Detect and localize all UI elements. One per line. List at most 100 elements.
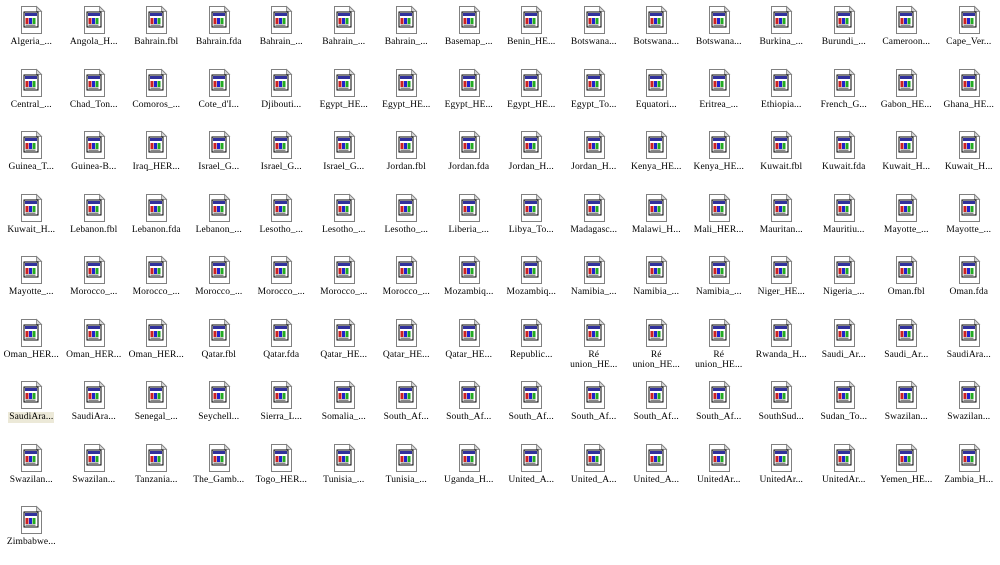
file-item[interactable]: Botswana... (688, 2, 751, 65)
file-item[interactable]: Egypt_HE... (375, 65, 438, 128)
file-item[interactable]: UnitedAr... (750, 440, 813, 503)
file-item[interactable]: Bahrain_... (313, 2, 376, 65)
file-item[interactable]: UnitedAr... (813, 440, 876, 503)
file-item[interactable]: Bahrain_... (250, 2, 313, 65)
file-item[interactable]: Basemap_... (438, 2, 501, 65)
file-item[interactable]: Lesotho_... (313, 190, 376, 253)
file-item[interactable]: Cote_d'I... (188, 65, 251, 128)
file-item[interactable]: Morocco_... (63, 252, 126, 315)
file-item[interactable]: Guinea-B... (63, 127, 126, 190)
file-item[interactable]: Madagasc... (563, 190, 626, 253)
file-item[interactable]: Seychell... (188, 377, 251, 440)
file-item[interactable]: SaudiAra... (0, 377, 63, 440)
file-item[interactable]: Morocco_... (250, 252, 313, 315)
file-item[interactable]: Egypt_HE... (438, 65, 501, 128)
file-item[interactable]: Jordan_H... (500, 127, 563, 190)
file-item[interactable]: Mozambiq... (438, 252, 501, 315)
file-item[interactable]: Jordan.fda (438, 127, 501, 190)
file-item[interactable]: Morocco_... (188, 252, 251, 315)
file-item[interactable]: Jordan.fbl (375, 127, 438, 190)
file-item[interactable]: Algeria_... (0, 2, 63, 65)
file-item[interactable]: Zimbabwe... (0, 502, 63, 565)
file-item[interactable]: Qatar_HE... (438, 315, 501, 378)
file-item[interactable]: Benin_HE... (500, 2, 563, 65)
file-item[interactable]: Swazilan... (63, 440, 126, 503)
file-item[interactable]: The_Gamb... (188, 440, 251, 503)
file-item[interactable]: Comoros_... (125, 65, 188, 128)
file-item[interactable]: Tunisia_... (313, 440, 376, 503)
file-item[interactable]: Guinea_T... (0, 127, 63, 190)
file-item[interactable]: South_Af... (688, 377, 751, 440)
file-item[interactable]: South_Af... (500, 377, 563, 440)
file-item[interactable]: Ghana_HE... (938, 65, 1000, 128)
file-item[interactable]: Bahrain.fda (188, 2, 251, 65)
file-item[interactable]: Kuwait.fbl (750, 127, 813, 190)
file-item[interactable]: Namibia_... (688, 252, 751, 315)
file-item[interactable]: Qatar.fda (250, 315, 313, 378)
file-item[interactable]: Israel_G... (313, 127, 376, 190)
file-item[interactable]: Israel_G... (188, 127, 251, 190)
file-item[interactable]: Togo_HER... (250, 440, 313, 503)
file-item[interactable]: Sierra_L... (250, 377, 313, 440)
file-item[interactable]: Lebanon.fbl (63, 190, 126, 253)
file-item[interactable]: Swazilan... (875, 377, 938, 440)
file-item[interactable]: UnitedAr... (688, 440, 751, 503)
file-item[interactable]: Kenya_HE... (688, 127, 751, 190)
file-item[interactable]: Lesotho_... (375, 190, 438, 253)
file-item[interactable]: SaudiAra... (938, 315, 1000, 378)
file-item[interactable]: Liberia_... (438, 190, 501, 253)
file-item[interactable]: Botswana... (625, 2, 688, 65)
file-item[interactable]: Saudi_Ar... (813, 315, 876, 378)
file-item[interactable]: United_A... (625, 440, 688, 503)
file-item[interactable]: Morocco_... (375, 252, 438, 315)
file-item[interactable]: Libya_To... (500, 190, 563, 253)
file-item[interactable]: Egypt_HE... (500, 65, 563, 128)
file-item[interactable]: SouthSud... (750, 377, 813, 440)
file-item[interactable]: Kuwait.fda (813, 127, 876, 190)
file-item[interactable]: Chad_Ton... (63, 65, 126, 128)
file-item[interactable]: Eritrea_... (688, 65, 751, 128)
file-item[interactable]: Lebanon.fda (125, 190, 188, 253)
file-item[interactable]: Mayotte_... (875, 190, 938, 253)
file-item[interactable]: Malawi_H... (625, 190, 688, 253)
file-item[interactable]: Mauritan... (750, 190, 813, 253)
file-item[interactable]: Kenya_HE... (625, 127, 688, 190)
file-item[interactable]: Morocco_... (313, 252, 376, 315)
file-item[interactable]: Mali_HER... (688, 190, 751, 253)
file-item[interactable]: Mayotte_... (938, 190, 1000, 253)
file-item[interactable]: Namibia_... (563, 252, 626, 315)
file-item[interactable]: Namibia_... (625, 252, 688, 315)
file-item[interactable]: SaudiAra... (63, 377, 126, 440)
file-item[interactable]: Mayotte_... (0, 252, 63, 315)
file-item[interactable]: Burundi_... (813, 2, 876, 65)
file-item[interactable]: Lebanon_... (188, 190, 251, 253)
file-item[interactable]: South_Af... (563, 377, 626, 440)
file-item[interactable]: Zambia_H... (938, 440, 1000, 503)
file-item[interactable]: Nigeria_... (813, 252, 876, 315)
file-item[interactable]: United_A... (563, 440, 626, 503)
file-item[interactable]: Qatar_HE... (313, 315, 376, 378)
file-item[interactable]: Qatar.fbl (188, 315, 251, 378)
file-item[interactable]: Djibouti... (250, 65, 313, 128)
file-item[interactable]: Lesotho_... (250, 190, 313, 253)
file-item[interactable]: Somalia_... (313, 377, 376, 440)
file-item[interactable]: South_Af... (625, 377, 688, 440)
file-item[interactable]: Niger_HE... (750, 252, 813, 315)
file-item[interactable]: Republic... (500, 315, 563, 378)
file-item[interactable]: Mauritiu... (813, 190, 876, 253)
file-icon-grid[interactable]: Algeria_... Angola_H... (0, 0, 1000, 565)
file-item[interactable]: Ré union_HE... (688, 315, 751, 378)
file-item[interactable]: French_G... (813, 65, 876, 128)
file-item[interactable]: United_A... (500, 440, 563, 503)
file-item[interactable]: Jordan_H... (563, 127, 626, 190)
file-item[interactable]: Mozambiq... (500, 252, 563, 315)
file-item[interactable]: South_Af... (375, 377, 438, 440)
file-item[interactable]: Central_... (0, 65, 63, 128)
file-item[interactable]: Saudi_Ar... (875, 315, 938, 378)
file-item[interactable]: Kuwait_H... (0, 190, 63, 253)
file-item[interactable]: Morocco_... (125, 252, 188, 315)
file-item[interactable]: Angola_H... (63, 2, 126, 65)
file-item[interactable]: Kuwait_H... (938, 127, 1000, 190)
file-item[interactable]: Swazilan... (0, 440, 63, 503)
file-item[interactable]: Kuwait_H... (875, 127, 938, 190)
